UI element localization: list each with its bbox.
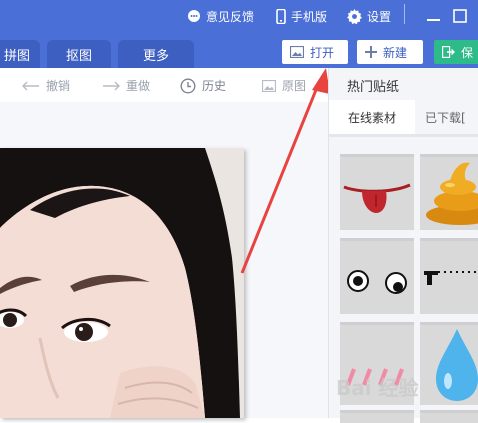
- sticker-panel: 热门贴纸 在线素材 已下载[: [328, 68, 478, 423]
- new-button[interactable]: 新建: [357, 40, 423, 64]
- tab-more-label: 更多: [142, 48, 169, 64]
- sticker-poop[interactable]: [420, 154, 478, 230]
- tab-online-label: 在线素材: [347, 110, 396, 125]
- maximize-button[interactable]: [450, 6, 470, 26]
- title-bar: 意见反馈 手机版 设置 拼图 抠图 更多 打开 新建 保: [0, 0, 478, 68]
- gear-icon: [347, 8, 362, 24]
- new-label: 新建: [383, 45, 408, 60]
- mobile-link[interactable]: 手机版: [276, 6, 327, 26]
- image-icon: [290, 46, 304, 58]
- sticker-row-partial-2[interactable]: [420, 410, 478, 423]
- sticker-gun[interactable]: [420, 238, 478, 314]
- water-drop-sticker-icon: [436, 329, 478, 401]
- undo-label: 撤销: [46, 79, 71, 93]
- save-button[interactable]: 保: [434, 40, 478, 64]
- portrait-photo: [0, 148, 244, 418]
- tab-cutout[interactable]: 抠图: [47, 40, 111, 68]
- open-label: 打开: [310, 45, 335, 60]
- undo-arrow-icon: [22, 81, 39, 90]
- redo-arrow-icon: [103, 81, 120, 90]
- redo-label: 重做: [126, 79, 151, 93]
- titlebar-divider: [404, 4, 405, 24]
- sticker-row-partial-1[interactable]: [340, 410, 414, 423]
- sticker-eyes[interactable]: [340, 238, 414, 314]
- clock-icon: [180, 77, 196, 94]
- watermark: Bai 经验: [336, 376, 419, 400]
- tab-downloaded-label: 已下载[: [425, 110, 466, 125]
- export-icon: [442, 46, 455, 58]
- tab-collage[interactable]: 拼图: [0, 40, 40, 68]
- tab-online-stickers[interactable]: 在线素材: [329, 100, 415, 134]
- undo-button[interactable]: 撤销: [22, 77, 70, 94]
- panel-scrollbar[interactable]: [329, 134, 478, 137]
- sticker-water-drop[interactable]: [420, 322, 478, 405]
- mobile-label: 手机版: [291, 9, 328, 24]
- history-label: 历史: [202, 79, 227, 93]
- tab-more[interactable]: 更多: [118, 40, 194, 68]
- history-button[interactable]: 历史: [180, 77, 226, 94]
- plus-icon: [365, 46, 377, 58]
- tab-collage-label: 拼图: [3, 48, 30, 64]
- settings-label: 设置: [367, 9, 392, 24]
- phone-icon: [276, 8, 286, 24]
- sticker-tongue[interactable]: [340, 154, 414, 230]
- save-label: 保: [461, 45, 474, 60]
- poop-sticker-icon: [426, 162, 478, 225]
- tab-downloaded-stickers[interactable]: 已下载[: [425, 100, 478, 134]
- feedback-label: 意见反馈: [206, 9, 255, 24]
- redo-button[interactable]: 重做: [102, 77, 150, 94]
- feedback-link[interactable]: 意见反馈: [187, 6, 254, 26]
- open-button[interactable]: 打开: [282, 40, 348, 64]
- gun-sticker-icon: [424, 271, 478, 285]
- minimize-button[interactable]: [424, 6, 444, 26]
- tongue-sticker-icon: [343, 183, 411, 213]
- photo-image[interactable]: [0, 148, 244, 418]
- chat-icon: [188, 10, 200, 22]
- panel-title: 热门贴纸: [347, 80, 400, 95]
- eyes-sticker-icon: [347, 270, 407, 294]
- annotation-arrow: [240, 68, 330, 274]
- maximize-icon: [453, 9, 467, 23]
- minimize-icon: [427, 19, 440, 21]
- settings-link[interactable]: 设置: [347, 6, 391, 26]
- tab-cutout-label: 抠图: [65, 48, 92, 64]
